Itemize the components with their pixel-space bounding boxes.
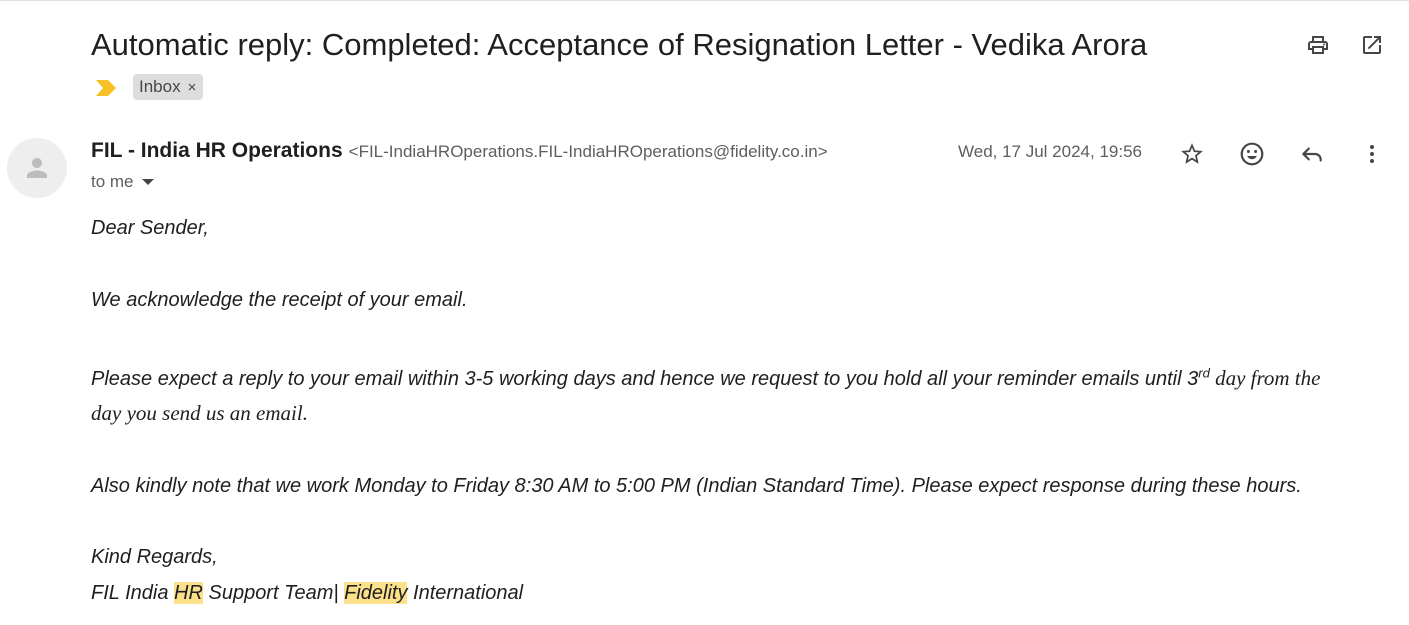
chevron-down-icon [141, 179, 154, 185]
search-highlight: Fidelity [344, 582, 408, 604]
remove-label-button[interactable]: × [188, 79, 197, 96]
signature-text: Support Team| [202, 582, 345, 604]
top-divider [0, 0, 1409, 1]
print-icon[interactable] [1304, 31, 1332, 59]
body-regards: Kind Regards, [91, 546, 218, 568]
star-icon[interactable] [1178, 140, 1206, 168]
sender-name[interactable]: FIL - India HR Operations [91, 139, 343, 163]
body-greeting: Dear Sender, [91, 217, 209, 239]
expectation-text-tail: day from the [1209, 366, 1321, 390]
more-vertical-icon[interactable] [1358, 140, 1386, 168]
person-icon [27, 158, 47, 178]
sender-line: FIL - India HR Operations <FIL-IndiaHROp… [91, 139, 828, 167]
open-in-new-window-icon[interactable] [1358, 31, 1386, 59]
body-acknowledgement: We acknowledge the receipt of your email… [91, 289, 468, 311]
signature-text: FIL India [91, 582, 175, 604]
body-working-hours: Also kindly note that we work Monday to … [91, 475, 1302, 497]
recipient-summary: to me [91, 172, 134, 191]
emoji-reaction-icon[interactable] [1238, 140, 1266, 168]
label-chip-inbox: Inbox × [133, 74, 204, 100]
email-date: Wed, 17 Jul 2024, 19:56 [958, 142, 1142, 161]
expectation-text: Please expect a reply to your email with… [91, 368, 1199, 390]
avatar[interactable] [7, 138, 67, 198]
ordinal-suffix: rd [1198, 365, 1210, 381]
importance-marker-icon[interactable] [96, 80, 118, 96]
body-expectation-line-2: day you send us an email. [91, 401, 308, 425]
email-subject: Automatic reply: Completed: Acceptance o… [91, 27, 1148, 62]
label-chip-text: Inbox [139, 77, 181, 96]
body-expectation-line-1: Please expect a reply to your email with… [91, 365, 1391, 392]
sender-email: <FIL-IndiaHROperations.FIL-IndiaHROperat… [348, 142, 828, 161]
reply-icon[interactable] [1298, 140, 1326, 168]
search-highlight: HR [174, 582, 203, 604]
recipient-details-toggle[interactable]: to me [91, 172, 154, 192]
body-signature: FIL India HR Support Team| Fidelity Inte… [91, 580, 1391, 606]
signature-text: International [407, 582, 524, 604]
